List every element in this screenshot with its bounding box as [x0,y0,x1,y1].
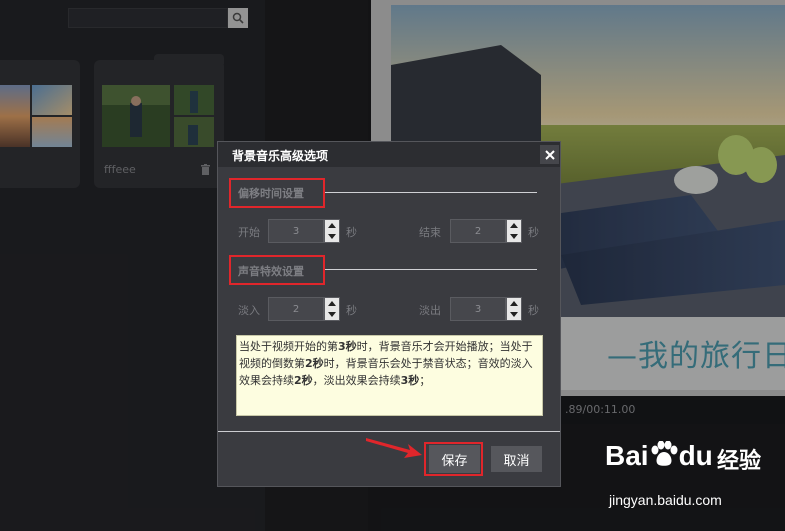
baidu-jingyan-watermark: Bai du 经验 jingyan.baidu.com [605,440,765,525]
end-time-value[interactable]: 2 [450,219,506,243]
start-time-stepper[interactable]: 3 [268,219,340,243]
watermark-brand: Bai du [605,440,713,472]
dialog-title-bar: 背景音乐高级选项 [218,142,560,167]
fadeout-increment[interactable] [507,298,521,309]
watermark-brand-bai: Bai [605,440,649,471]
fadein-spin-buttons [324,297,340,321]
paw-icon [651,440,678,466]
fadein-increment[interactable] [325,298,339,309]
info-bold-fadein: 2秒 [294,374,313,387]
watermark-brand-du: du [678,440,713,471]
end-spin-buttons [506,219,522,243]
fadein-stepper[interactable]: 2 [268,297,340,321]
info-text-5: ； [419,374,431,387]
offset-section-divider [325,192,537,193]
start-spin-buttons [324,219,340,243]
dialog-footer-divider [218,431,560,432]
start-decrement[interactable] [325,231,339,242]
info-text-1: 当处于视频开始的第 [239,340,338,353]
end-label: 结束 [419,226,441,239]
end-decrement[interactable] [507,231,521,242]
fadein-label: 淡入 [238,304,260,317]
start-increment[interactable] [325,220,339,231]
fadeout-value[interactable]: 3 [450,297,506,321]
chevron-down-icon [510,234,518,239]
app-window: fffeee —我的旅行日 .89/00:11.00 背景音乐高级选项 偏移时间… [0,0,785,531]
start-time-value[interactable]: 3 [268,219,324,243]
fadeout-spin-buttons [506,297,522,321]
chevron-down-icon [510,312,518,317]
chevron-down-icon [328,234,336,239]
fadeout-decrement[interactable] [507,309,521,320]
watermark-product: 经验 [717,449,762,474]
fadeout-label: 淡出 [419,304,441,317]
end-time-stepper[interactable]: 2 [450,219,522,243]
fadeout-unit: 秒 [528,304,539,317]
cancel-button[interactable]: 取消 [491,446,542,472]
offset-section-title: 偏移时间设置 [238,187,304,200]
fadein-unit: 秒 [346,304,357,317]
chevron-up-icon [510,223,518,228]
watermark-url: jingyan.baidu.com [609,492,722,508]
chevron-up-icon [328,223,336,228]
chevron-up-icon [510,301,518,306]
close-icon [544,149,555,160]
info-text-4: ，淡出效果会持续 [312,374,401,387]
dialog-title: 背景音乐高级选项 [232,149,329,163]
chevron-up-icon [328,301,336,306]
close-button[interactable] [540,145,559,164]
info-bold-end: 2秒 [305,357,324,370]
end-increment[interactable] [507,220,521,231]
annotation-arrow [366,438,422,458]
end-unit: 秒 [528,226,539,239]
info-bold-start: 3秒 [338,340,357,353]
effect-section-title: 声音特效设置 [238,265,304,278]
info-bold-fadeout: 3秒 [400,374,420,387]
save-button[interactable]: 保存 [429,445,480,473]
fadeout-stepper[interactable]: 3 [450,297,522,321]
info-description: 当处于视频开始的第3秒时，背景音乐才会开始播放；当处于视频的倒数第2秒时，背景音… [236,335,543,416]
fadein-value[interactable]: 2 [268,297,324,321]
start-unit: 秒 [346,226,357,239]
effect-section-divider [325,269,537,270]
fadein-decrement[interactable] [325,309,339,320]
chevron-down-icon [328,312,336,317]
start-label: 开始 [238,226,260,239]
